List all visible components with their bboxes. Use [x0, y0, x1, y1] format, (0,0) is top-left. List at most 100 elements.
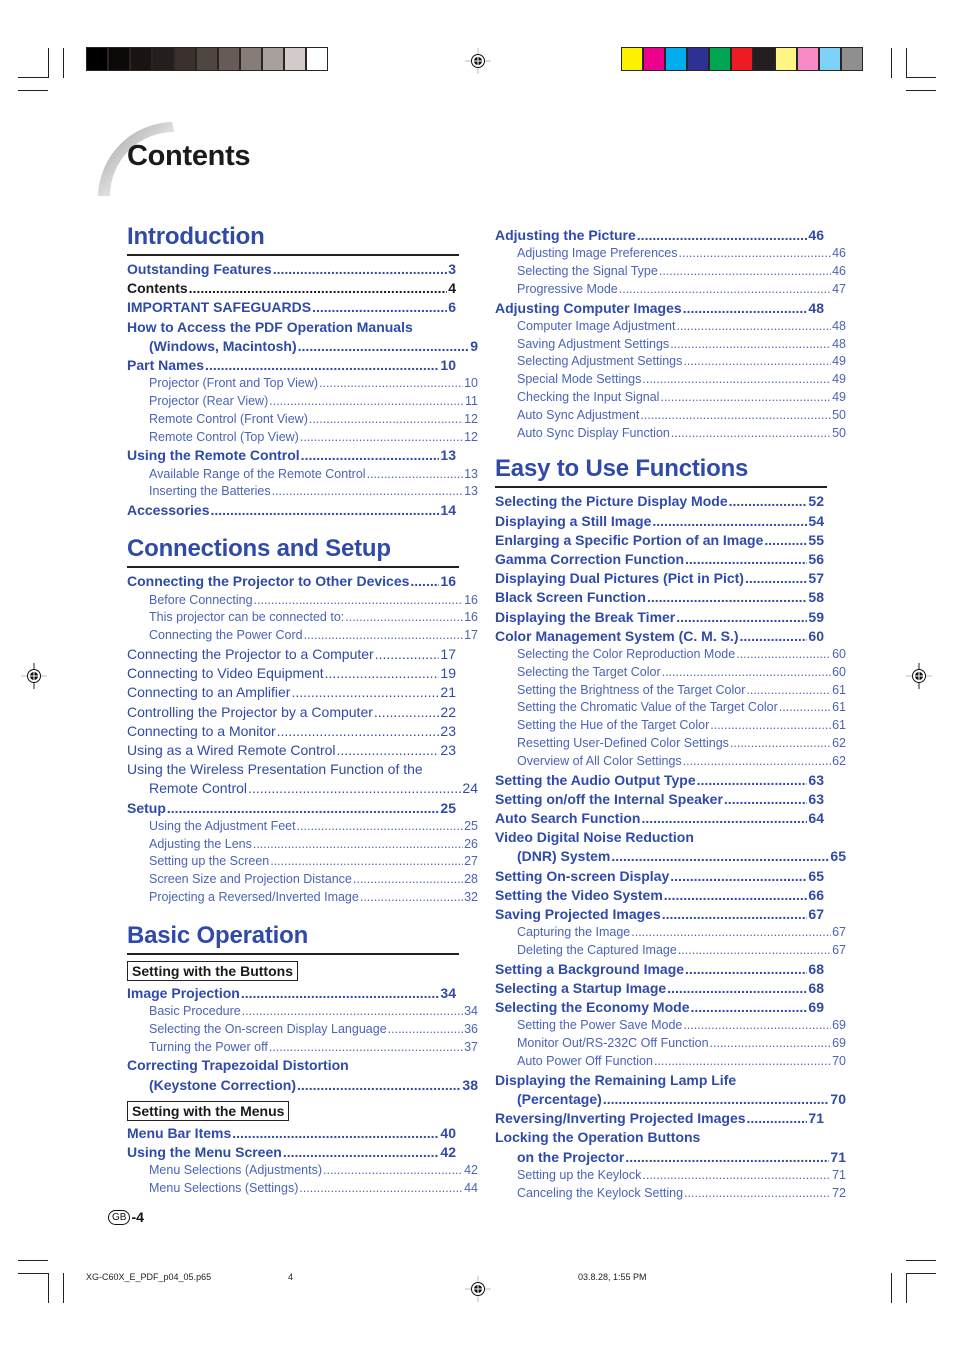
toc-entry[interactable]: Selecting the Signal Type 46 [495, 263, 846, 281]
toc-entry[interactable]: Capturing the Image 67 [495, 924, 846, 942]
toc-entry[interactable]: Connecting the Power Cord 17 [127, 627, 478, 645]
toc-entry[interactable]: Setting the Video System 66 [495, 886, 824, 905]
toc-entry[interactable]: Selecting the Picture Display Mode 52 [495, 492, 824, 511]
toc-entry[interactable]: Setting the Audio Output Type 63 [495, 771, 824, 790]
toc-entry[interactable]: Checking the Input Signal 49 [495, 389, 846, 407]
toc-entry[interactable]: Setting up the Keylock 71 [495, 1167, 846, 1185]
toc-entry[interactable]: Resetting User-Defined Color Settings 62 [495, 735, 846, 753]
toc-entry[interactable]: Selecting the On-screen Display Language… [127, 1021, 478, 1039]
toc-entry[interactable]: Color Management System (C. M. S.) 60 [495, 627, 824, 646]
toc-entry[interactable]: Deleting the Captured Image 67 [495, 942, 846, 960]
toc-entry[interactable]: Remote Control (Front View) 12 [127, 411, 478, 429]
toc-entry[interactable]: Auto Sync Display Function 50 [495, 425, 846, 443]
toc-entry[interactable]: Special Mode Settings 49 [495, 371, 846, 389]
toc-entry[interactable]: Connecting to Video Equipment 19 [127, 664, 456, 683]
toc-entry[interactable]: IMPORTANT SAFEGUARDS 6 [127, 298, 456, 317]
color-swatch [109, 48, 129, 70]
toc-entry[interactable]: Enlarging a Specific Portion of an Image… [495, 531, 824, 550]
toc-entry[interactable]: (Percentage) 70 [495, 1090, 846, 1109]
crop-mark [18, 90, 48, 91]
toc-entry[interactable]: Selecting the Target Color 60 [495, 664, 846, 682]
toc-entry[interactable]: Using as a Wired Remote Control 23 [127, 741, 456, 760]
toc-entry[interactable]: Available Range of the Remote Control 13 [127, 466, 478, 484]
toc-entry[interactable]: Connecting to a Monitor 23 [127, 722, 456, 741]
toc-entry[interactable]: Remote Control 24 [127, 779, 478, 798]
toc-entry[interactable]: Image Projection 34 [127, 984, 456, 1003]
toc-entry[interactable]: Auto Power Off Function 70 [495, 1053, 846, 1071]
toc-entry[interactable]: Video Digital Noise Reduction [495, 828, 824, 847]
toc-entry[interactable]: Displaying a Still Image 54 [495, 512, 824, 531]
toc-entry-page: 68 [808, 980, 824, 996]
toc-entry[interactable]: Outstanding Features 3 [127, 260, 456, 279]
toc-entry[interactable]: Using the Wireless Presentation Function… [127, 760, 456, 779]
toc-entry[interactable]: Menu Bar Items 40 [127, 1124, 456, 1143]
toc-entry[interactable]: Auto Sync Adjustment 50 [495, 407, 846, 425]
toc-entry[interactable]: Accessories 14 [127, 501, 456, 520]
toc-entry[interactable]: Progressive Mode 47 [495, 281, 846, 299]
toc-entry[interactable]: Menu Selections (Settings) 44 [127, 1180, 478, 1198]
registration-mark-icon [465, 1276, 491, 1302]
toc-entry[interactable]: Turning the Power off 37 [127, 1039, 478, 1057]
toc-entry[interactable]: on the Projector 71 [495, 1148, 846, 1167]
toc-entry[interactable]: Setting a Background Image 68 [495, 960, 824, 979]
toc-entry[interactable]: Using the Adjustment Feet 25 [127, 818, 478, 836]
toc-entry[interactable]: Computer Image Adjustment 48 [495, 318, 846, 336]
toc-entry[interactable]: Controlling the Projector by a Computer 2… [127, 703, 456, 722]
toc-entry[interactable]: Inserting the Batteries 13 [127, 483, 478, 501]
toc-entry[interactable]: This projector can be connected to: 16 [127, 609, 478, 627]
toc-entry[interactable]: Selecting the Economy Mode 69 [495, 998, 824, 1017]
toc-entry[interactable]: Setup 25 [127, 799, 456, 818]
page-title: Contents [127, 140, 251, 172]
toc-entry[interactable]: Reversing/Inverting Projected Images 71 [495, 1109, 824, 1128]
toc-entry[interactable]: Connecting to an Amplifier 21 [127, 683, 456, 702]
toc-entry[interactable]: Monitor Out/RS-232C Off Function 69 [495, 1035, 846, 1053]
toc-entry[interactable]: Displaying Dual Pictures (Pict in Pict) 5… [495, 569, 824, 588]
toc-entry[interactable]: Adjusting the Lens 26 [127, 836, 478, 854]
toc-entry[interactable]: (DNR) System 65 [495, 847, 846, 866]
toc-entry[interactable]: Saving Adjustment Settings 48 [495, 336, 846, 354]
dot-leader [232, 1124, 439, 1143]
toc-entry[interactable]: Saving Projected Images 67 [495, 905, 824, 924]
toc-entry[interactable]: Connecting the Projector to a Computer 17 [127, 645, 456, 664]
toc-entry[interactable]: Adjusting Image Preferences 46 [495, 245, 846, 263]
toc-entry[interactable]: Displaying the Break Timer 59 [495, 608, 824, 627]
toc-entry[interactable]: Selecting a Startup Image 68 [495, 979, 824, 998]
toc-entry[interactable]: Part Names 10 [127, 356, 456, 375]
color-swatch [622, 48, 642, 70]
toc-entry[interactable]: Projector (Rear View) 11 [127, 393, 478, 411]
toc-entry[interactable]: Projecting a Reversed/Inverted Image 32 [127, 889, 478, 907]
toc-entry[interactable]: Remote Control (Top View) 12 [127, 429, 478, 447]
toc-entry[interactable]: Using the Remote Control 13 [127, 446, 456, 465]
toc-entry[interactable]: Displaying the Remaining Lamp Life [495, 1071, 824, 1090]
toc-entry[interactable]: Contents 4 [127, 279, 456, 298]
toc-entry[interactable]: Selecting Adjustment Settings 49 [495, 353, 846, 371]
toc-entry[interactable]: Setting the Chromatic Value of the Targe… [495, 699, 846, 717]
toc-entry[interactable]: Projector (Front and Top View) 10 [127, 375, 478, 393]
toc-entry[interactable]: Correcting Trapezoidal Distortion [127, 1056, 456, 1075]
toc-entry[interactable]: Setting on/off the Internal Speaker 63 [495, 790, 824, 809]
toc-entry[interactable]: Setting the Hue of the Target Color 61 [495, 717, 846, 735]
toc-entry[interactable]: Adjusting the Picture 46 [495, 226, 824, 245]
toc-entry[interactable]: Screen Size and Projection Distance 28 [127, 871, 478, 889]
toc-entry[interactable]: (Windows, Macintosh) 9 [127, 337, 478, 356]
toc-entry[interactable]: Gamma Correction Function 56 [495, 550, 824, 569]
toc-entry[interactable]: Setting the Power Save Mode 69 [495, 1017, 846, 1035]
toc-entry[interactable]: Selecting the Color Reproduction Mode 60 [495, 646, 846, 664]
toc-entry[interactable]: Auto Search Function 64 [495, 809, 824, 828]
toc-entry[interactable]: Before Connecting 16 [127, 592, 478, 610]
toc-entry[interactable]: How to Access the PDF Operation Manuals [127, 318, 456, 337]
toc-entry[interactable]: Setting On-screen Display 65 [495, 867, 824, 886]
toc-entry[interactable]: Connecting the Projector to Other Device… [127, 572, 456, 591]
toc-entry[interactable]: (Keystone Correction) 38 [127, 1076, 478, 1095]
toc-entry[interactable]: Setting the Brightness of the Target Col… [495, 682, 846, 700]
toc-entry[interactable]: Canceling the Keylock Setting 72 [495, 1185, 846, 1203]
toc-entry[interactable]: Locking the Operation Buttons [495, 1128, 824, 1147]
toc-entry[interactable]: Using the Menu Screen 42 [127, 1143, 456, 1162]
toc-entry[interactable]: Overview of All Color Settings 62 [495, 753, 846, 771]
toc-entry[interactable]: Adjusting Computer Images 48 [495, 299, 824, 318]
toc-entry[interactable]: Menu Selections (Adjustments) 42 [127, 1162, 478, 1180]
toc-entry[interactable]: Basic Procedure 34 [127, 1003, 478, 1021]
toc-entry-page: 17 [440, 646, 456, 662]
toc-entry[interactable]: Black Screen Function 58 [495, 588, 824, 607]
toc-entry[interactable]: Setting up the Screen 27 [127, 853, 478, 871]
